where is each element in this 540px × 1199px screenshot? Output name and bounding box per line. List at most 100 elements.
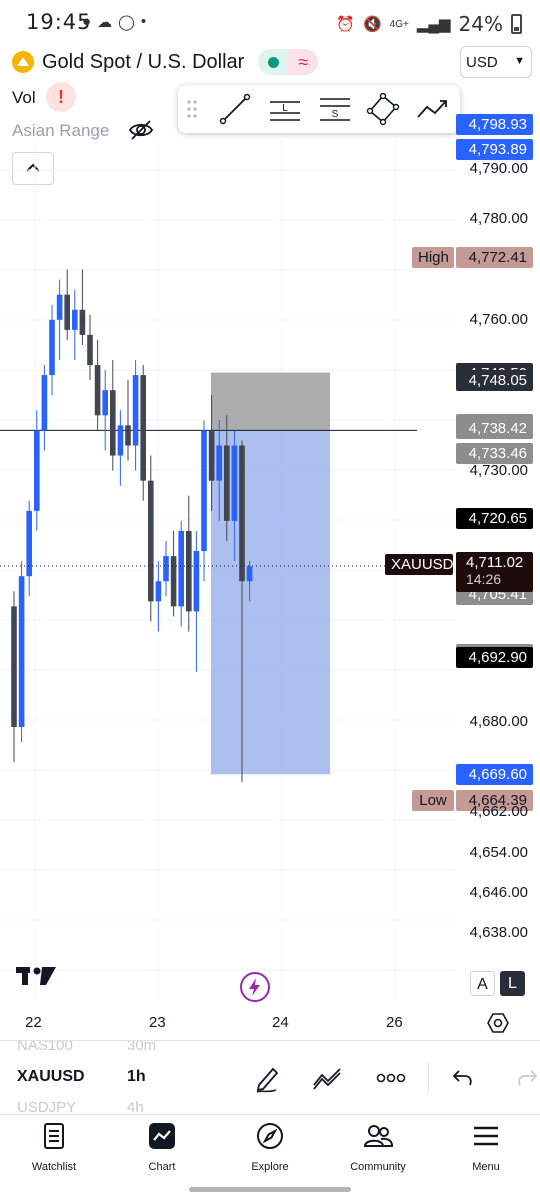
nav-explore[interactable]: Explore: [216, 1115, 324, 1185]
nav-menu[interactable]: Menu: [432, 1115, 540, 1185]
price-tag: 4,748.05: [456, 369, 533, 391]
candle-body: [26, 510, 32, 577]
auto-scale-button[interactable]: A: [470, 971, 495, 996]
asian-range-indicator-label[interactable]: Asian Range: [12, 121, 109, 141]
market-status-pill[interactable]: ≈: [258, 49, 319, 75]
signal-icon: ▂▄▆: [416, 16, 451, 33]
bottom-navigation: Watchlist Chart Explore Community Menu: [0, 1114, 540, 1184]
candle-body: [102, 390, 108, 416]
bar-countdown: 14:26: [466, 571, 502, 588]
network-type: 4G+: [389, 18, 409, 30]
price-axis-label: 4,790.00: [469, 160, 528, 177]
prev-symbol[interactable]: NAS100: [17, 1041, 73, 1054]
alarm-icon: ⏰: [336, 16, 355, 33]
time-axis-label: 22: [25, 1014, 42, 1031]
candle-body: [117, 425, 124, 456]
indicators-icon[interactable]: [312, 1063, 344, 1093]
tradingview-logo-icon: [16, 967, 56, 985]
nav-label: Chart: [148, 1161, 176, 1173]
long-position-tool-icon[interactable]: L: [268, 93, 302, 125]
delayed-data-icon: ≈: [288, 49, 319, 75]
currency-select[interactable]: USD ▼: [460, 46, 532, 78]
drawing-toolbar: L S: [178, 85, 460, 133]
time-axis-label: 23: [149, 1014, 166, 1031]
chart-settings-icon[interactable]: [487, 1012, 509, 1034]
stop-loss-zone: [211, 372, 330, 431]
candle-body: [132, 375, 139, 446]
forecast-tool-icon[interactable]: [416, 93, 450, 125]
last-price-tag: 4,711.02 14:26: [456, 552, 533, 593]
current-interval[interactable]: 1h: [127, 1068, 146, 1086]
price-tag: 4,798.93: [456, 114, 533, 136]
candle-body: [193, 551, 200, 612]
price-axis-label: 4,638.00: [469, 924, 528, 942]
symbol-title[interactable]: Gold Spot / U.S. Dollar: [42, 51, 244, 74]
vol-alert-icon[interactable]: !: [46, 82, 76, 112]
long-tool-label: L: [282, 103, 288, 114]
weather-icon: ☁: [97, 14, 113, 31]
flash-deals-icon[interactable]: [240, 972, 270, 1002]
home-indicator[interactable]: [189, 1187, 351, 1192]
candle-body: [208, 430, 215, 481]
gold-logo-icon: [12, 51, 34, 73]
candle-body: [125, 425, 131, 446]
time-axis-label: 24: [272, 1014, 289, 1031]
nav-label: Community: [350, 1161, 406, 1173]
price-axis-label: 4,780.00: [469, 210, 528, 228]
pattern-tool-icon[interactable]: [366, 93, 400, 125]
candle-body: [49, 319, 55, 376]
candle-body: [56, 294, 63, 320]
candle-body: [41, 375, 48, 431]
drag-handle-icon[interactable]: [186, 99, 198, 119]
candle-body: [224, 445, 230, 521]
symbol-bar: NAS100 30m XAUUSD 1h USDJPY 4h: [0, 1040, 540, 1114]
whatsapp-icon: ◯: [118, 14, 135, 31]
price-axis-label: 4,646.00: [469, 883, 528, 901]
nav-label: Menu: [472, 1161, 500, 1173]
symbol-header[interactable]: Gold Spot / U.S. Dollar ≈: [12, 48, 319, 76]
candle-body: [34, 430, 40, 511]
candle-body: [155, 581, 162, 602]
compass-icon: [257, 1123, 283, 1149]
price-tag-label: High: [412, 247, 454, 269]
nav-label: Explore: [251, 1161, 289, 1173]
dot-icon: •: [140, 13, 147, 30]
vol-indicator-label[interactable]: Vol: [12, 88, 36, 108]
prev-interval[interactable]: 30m: [127, 1041, 156, 1054]
candle-body: [201, 430, 207, 552]
candle-body: [216, 445, 222, 481]
short-position-tool-icon[interactable]: S: [318, 93, 352, 125]
candle-body: [94, 365, 101, 416]
nav-watchlist[interactable]: Watchlist: [0, 1115, 108, 1185]
price-tag-label: Low: [412, 790, 454, 812]
nav-label: Watchlist: [31, 1161, 77, 1173]
drawing-pen-icon[interactable]: [254, 1063, 282, 1093]
redo-icon[interactable]: [516, 1069, 538, 1087]
price-axis-label: 4,760.00: [469, 310, 528, 328]
nav-community[interactable]: Community: [324, 1115, 432, 1185]
candle-body: [186, 530, 192, 612]
price-axis-label: 4,680.00: [469, 712, 528, 730]
hamburger-icon: [474, 1126, 498, 1146]
candle-body: [178, 530, 184, 607]
next-symbol[interactable]: USDJPY: [17, 1099, 76, 1114]
status-bar: 19:45 ● ☁ ◯ • ⏰ 🔇 4G+ ▂▄▆ 24%: [0, 0, 540, 44]
log-scale-button[interactable]: L: [500, 971, 525, 996]
last-price-symbol: XAUUSD: [385, 554, 454, 576]
more-options-icon[interactable]: [376, 1073, 406, 1083]
next-interval[interactable]: 4h: [127, 1099, 144, 1114]
trend-line-tool-icon[interactable]: [218, 93, 252, 125]
candle-body: [231, 445, 238, 521]
candle-body: [170, 556, 177, 607]
undo-icon[interactable]: [452, 1069, 474, 1087]
battery-percent: 24%: [458, 12, 503, 36]
nav-chart[interactable]: Chart: [108, 1115, 216, 1185]
current-symbol[interactable]: XAUUSD: [17, 1068, 85, 1086]
status-right: ⏰ 🔇 4G+ ▂▄▆ 24%: [336, 12, 522, 36]
price-tag: 4,720.65: [456, 507, 533, 529]
notification-icons: ● ☁ ◯ •: [82, 13, 146, 31]
document-icon: [44, 1123, 64, 1149]
chat-icon: ●: [82, 13, 92, 30]
chart-icon: [149, 1123, 175, 1149]
eye-off-icon[interactable]: [128, 119, 154, 141]
